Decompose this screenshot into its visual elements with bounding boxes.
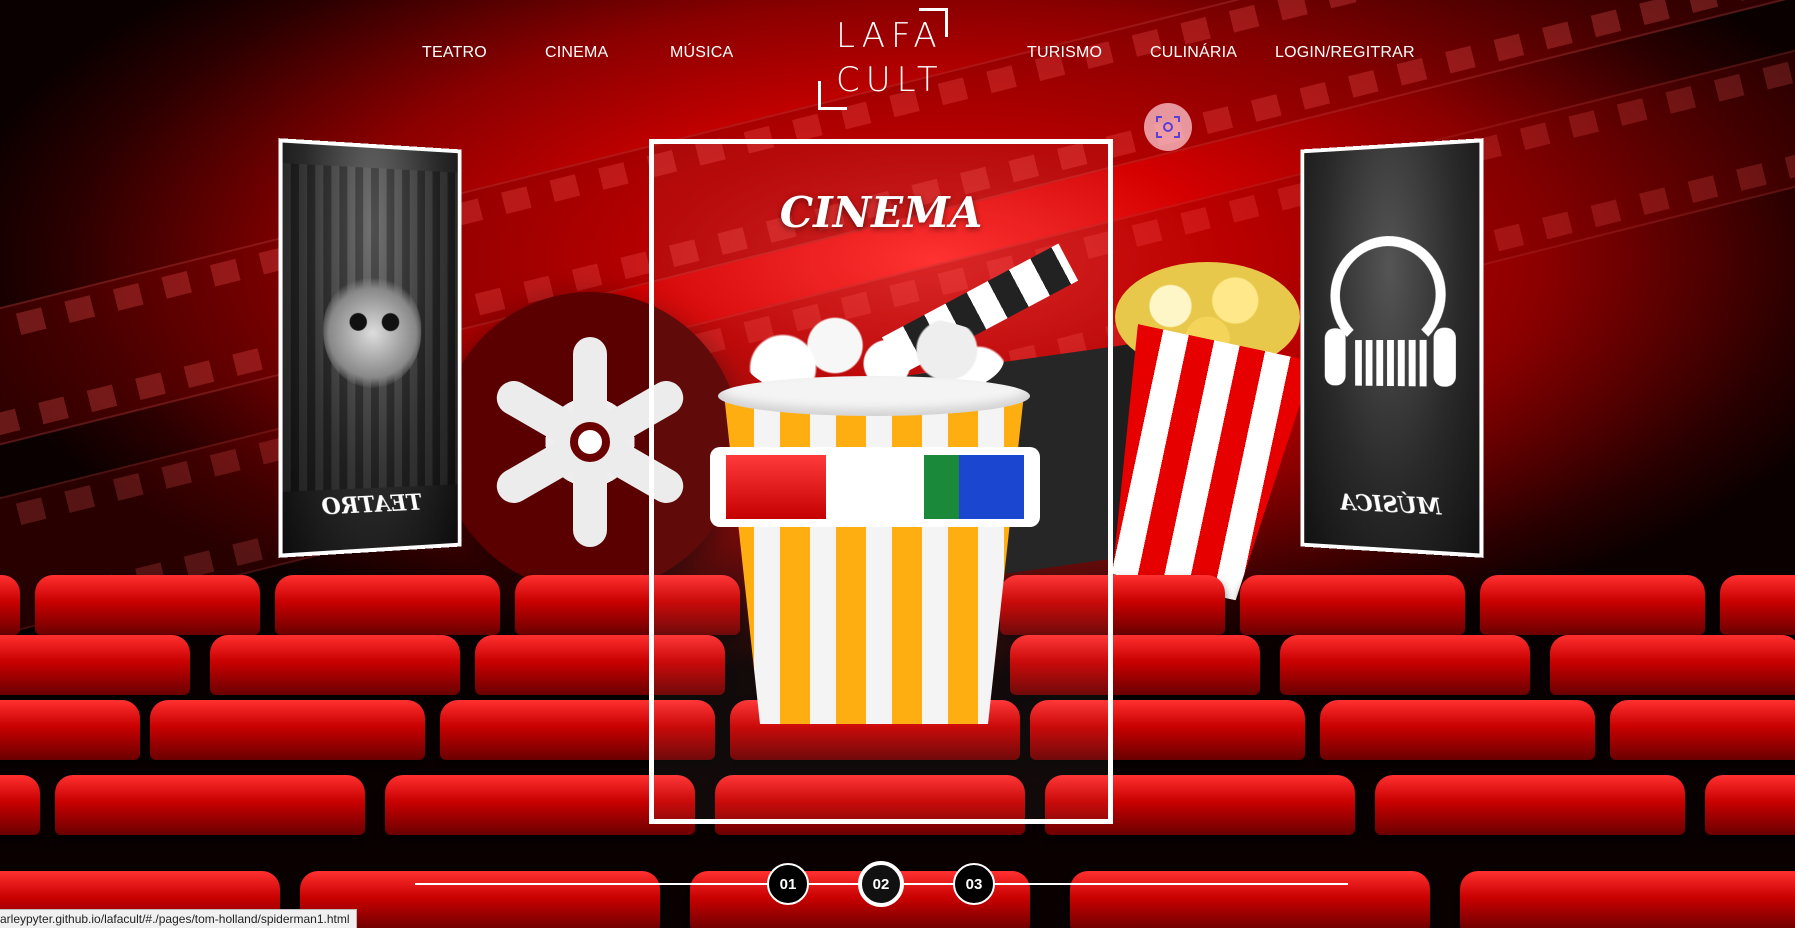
scan-icon <box>1156 116 1180 138</box>
nav-link-cinema[interactable]: CINEMA <box>545 44 608 62</box>
lafacult-logo[interactable]: LAFA CULT <box>818 8 948 110</box>
logo-text-line2: CULT <box>836 60 944 100</box>
screen-capture-button[interactable] <box>1144 103 1192 151</box>
headphones-icon <box>1324 234 1460 387</box>
card-teatro-label: TEATRO <box>321 489 423 521</box>
pager-dot-3[interactable]: 03 <box>953 863 995 905</box>
popcorn-bucket-icon <box>724 394 1024 724</box>
nav-link-teatro[interactable]: TEATRO <box>422 44 487 62</box>
logo-text-line1: LAFA <box>836 16 943 56</box>
status-bar-url: arleypyter.github.io/lafacult/#./pages/t… <box>0 909 357 928</box>
card-musica-label: MÚSICA <box>1339 489 1442 521</box>
pager-dot-1[interactable]: 01 <box>767 863 809 905</box>
card-cinema-title: CINEMA <box>779 188 983 237</box>
card-musica[interactable]: MÚSICA <box>1300 138 1484 558</box>
nav-link-musica[interactable]: MÚSICA <box>670 44 733 62</box>
popcorn-bucket-rim <box>718 376 1030 416</box>
3d-glasses-icon <box>710 447 1040 527</box>
nav-link-culinaria[interactable]: CULINÁRIA <box>1150 44 1237 62</box>
main-nav: TEATRO CINEMA MÚSICA LAFA CULT TURISMO C… <box>0 0 1795 110</box>
theater-mask-icon <box>323 276 422 389</box>
card-cinema[interactable]: CINEMA <box>649 139 1113 824</box>
nav-link-turismo[interactable]: TURISMO <box>1027 44 1102 62</box>
card-teatro[interactable]: TEATRO <box>278 138 462 558</box>
pager-dot-2[interactable]: 02 <box>858 861 904 907</box>
nav-link-login[interactable]: LOGIN/REGITRAR <box>1275 44 1415 62</box>
